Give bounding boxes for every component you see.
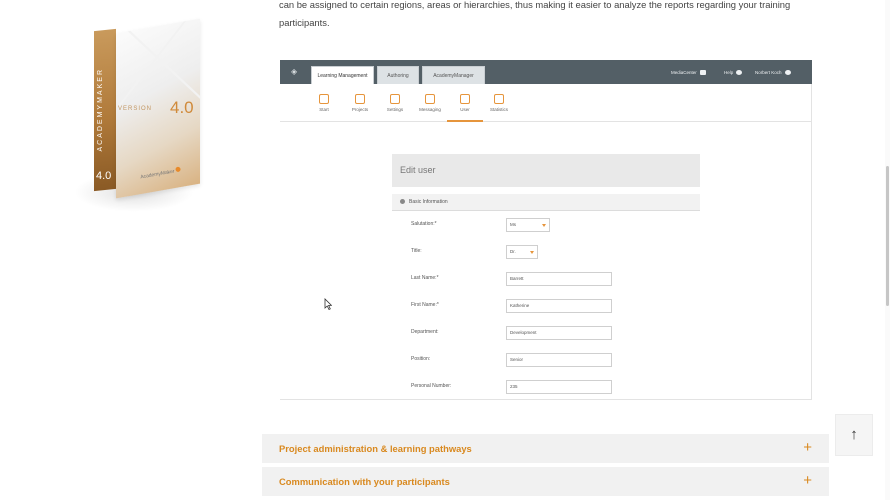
title-value: Dr. [510, 249, 516, 254]
intro-paragraph: can be assigned to certain regions, area… [279, 0, 791, 28]
accordion-project-administration[interactable]: Project administration & learning pathwa… [262, 434, 829, 465]
form-row-personal-number: Personal Number: 235 [411, 380, 711, 394]
brand-dot-icon [174, 166, 181, 173]
basic-information-toggle[interactable]: Basic Information [392, 194, 700, 211]
salutation-label: Salutation:* [411, 221, 437, 227]
mediacenter-link[interactable]: MediaCenter [671, 69, 706, 77]
basic-information-label: Basic Information [409, 199, 448, 205]
chevron-down-icon [530, 251, 534, 254]
mediacenter-label: MediaCenter [671, 70, 697, 75]
scroll-to-top-button[interactable]: ↑ [835, 414, 873, 456]
nav-settings-label: Settings [386, 107, 404, 112]
form-row-position: Position: Senior [411, 353, 711, 367]
accordion-communication[interactable]: Communication with your participants + [262, 467, 829, 498]
box-spine-text: ACADEMYMAKER [97, 68, 104, 152]
nav-user[interactable]: User [447, 94, 483, 122]
home-icon [319, 94, 329, 104]
form-row-department: Department: Development [411, 326, 711, 340]
user-menu[interactable]: Norbert Koch [755, 69, 791, 77]
page-scrollbar-thumb[interactable] [886, 166, 889, 306]
nav-messaging[interactable]: Messaging [412, 94, 448, 122]
projects-icon [355, 94, 365, 104]
position-input[interactable]: Senior [506, 353, 612, 367]
tab-authoring[interactable]: Authoring [377, 66, 419, 84]
salutation-value: Ms [510, 222, 516, 227]
first-name-input[interactable]: Katherine [506, 299, 612, 313]
help-link[interactable]: Help [724, 69, 743, 77]
statistics-icon [494, 94, 504, 104]
settings-icon [390, 94, 400, 104]
plus-icon: + [803, 472, 812, 489]
nav-messaging-label: Messaging [419, 107, 441, 112]
edit-user-title: Edit user [392, 154, 700, 187]
department-input[interactable]: Development [506, 326, 612, 340]
help-icon [736, 70, 743, 76]
box-version-label: VERSION [118, 106, 153, 112]
tab-academy-manager[interactable]: AcademyManager [422, 66, 485, 84]
user-name-label: Norbert Koch [755, 70, 782, 75]
personal-number-label: Personal Number: [411, 383, 452, 389]
form-row-last-name: Last Name:* Barrett [411, 272, 711, 286]
nav-settings[interactable]: Settings [377, 94, 413, 122]
accordion-title: Project administration & learning pathwa… [279, 443, 472, 454]
nav-projects-label: Projects [351, 107, 369, 112]
form-row-first-name: First Name:* Katherine [411, 299, 711, 313]
position-label: Position: [411, 356, 431, 362]
app-nav: Start Projects Settings Messaging User S… [280, 84, 812, 122]
tab-learning-management[interactable]: Learning Management [311, 66, 374, 84]
nav-start[interactable]: Start [306, 94, 342, 122]
first-name-label: First Name:* [411, 302, 439, 308]
user-icon [460, 94, 470, 104]
messaging-icon [425, 94, 435, 104]
app-topbar: ◈ Learning Management Authoring AcademyM… [280, 60, 812, 84]
last-name-input[interactable]: Barrett [506, 272, 612, 286]
title-select[interactable]: Dr. [506, 245, 538, 259]
mouse-cursor-icon [324, 298, 332, 310]
salutation-select[interactable]: Ms [506, 218, 550, 232]
box-spine-version: 4.0 [96, 170, 112, 182]
edit-user-screenshot: ◈ Learning Management Authoring AcademyM… [280, 60, 812, 400]
form-row-salutation: Salutation:* Ms [411, 218, 711, 232]
chevron-down-icon [542, 224, 546, 227]
user-circle-icon [784, 70, 791, 76]
accordion-title: Communication with your participants [279, 476, 450, 487]
title-label: Title: [411, 248, 422, 254]
department-label: Department: [411, 329, 439, 335]
nav-projects[interactable]: Projects [342, 94, 378, 122]
page: ACADEMYMAKER 4.0 VERSION 4.0 AcademyMake… [0, 0, 890, 500]
folder-icon [699, 70, 706, 76]
nav-start-label: Start [319, 107, 329, 112]
nav-statistics-label: Statistics [489, 107, 508, 112]
app-logo-icon: ◈ [291, 67, 298, 76]
box-version: 4.0 [170, 98, 194, 117]
help-label: Help [724, 70, 734, 75]
nav-statistics[interactable]: Statistics [481, 94, 517, 122]
product-box-image: ACADEMYMAKER 4.0 VERSION 4.0 AcademyMake… [70, 18, 210, 222]
personal-number-input[interactable]: 235 [506, 380, 612, 394]
last-name-label: Last Name:* [411, 275, 439, 281]
nav-user-label: User [460, 107, 470, 112]
plus-icon: + [803, 439, 812, 456]
arrow-up-icon: ↑ [850, 426, 858, 443]
collapse-icon [400, 199, 405, 205]
form-row-title: Title: Dr. [411, 245, 711, 259]
